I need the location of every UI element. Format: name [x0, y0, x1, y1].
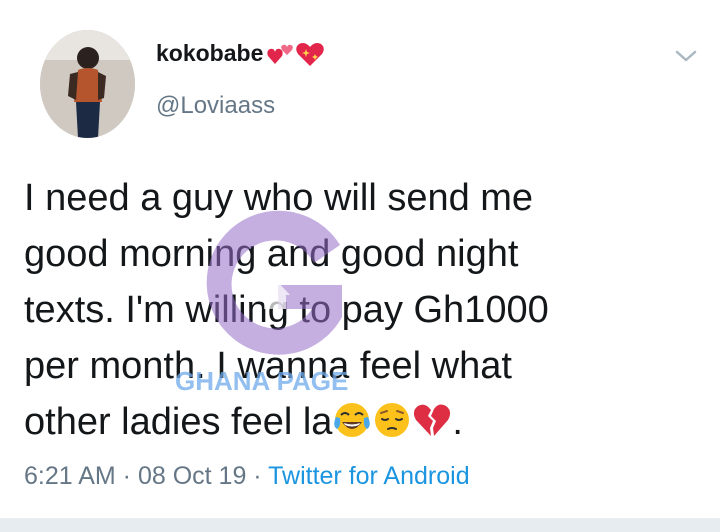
tweet-end-punct: . [452, 401, 463, 443]
tweet-text: I need a guy who will send me good morni… [24, 170, 704, 450]
chevron-down-icon[interactable] [673, 46, 699, 66]
tweet-card: kokobabe @Loviaass I need a guy who will… [0, 0, 720, 532]
avatar[interactable] [40, 30, 135, 138]
display-name-text: kokobabe [156, 40, 264, 66]
tweet-meta: 6:21 AM · 08 Oct 19 · Twitter for Androi… [24, 462, 470, 491]
tweet-source[interactable]: Twitter for Android [268, 462, 469, 490]
two-hearts-icon [267, 44, 294, 64]
tweet-date[interactable]: 08 Oct 19 [138, 462, 246, 490]
tweet-line: texts. I'm willing to pay Gh1000 [24, 289, 549, 331]
tweet-line: good morning and good night [24, 233, 519, 275]
tweet-line: other ladies feel la [24, 401, 333, 443]
user-handle[interactable]: @Loviaass [156, 92, 275, 120]
broken-heart-emoji [414, 404, 451, 436]
display-name[interactable]: kokobabe [156, 40, 325, 67]
sparkling-heart-icon [296, 42, 325, 66]
bottom-divider [0, 518, 720, 532]
tweet-line: per month. I wanna feel what [24, 345, 512, 387]
tweet-time[interactable]: 6:21 AM [24, 462, 116, 490]
meta-separator: · [246, 462, 269, 490]
name-badges [267, 41, 325, 67]
tears-of-joy-emoji [334, 403, 371, 437]
tweet-line-last: other ladies feel la. [24, 394, 704, 450]
tweet-line: I need a guy who will send me [24, 177, 534, 219]
pensive-emoji [375, 403, 410, 437]
meta-separator: · [115, 462, 138, 490]
watermark-text: GHANA PAGE [175, 366, 349, 396]
